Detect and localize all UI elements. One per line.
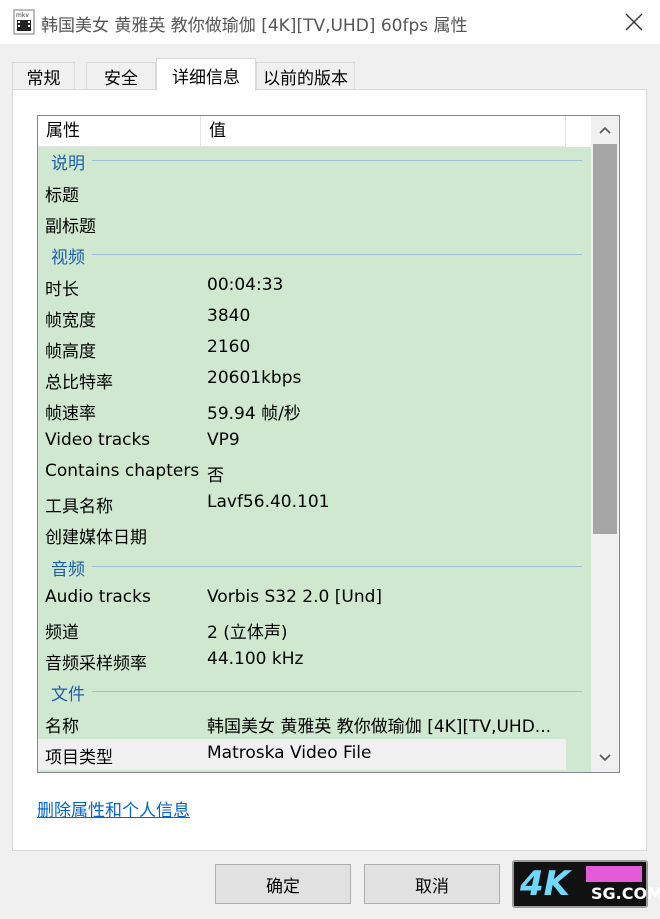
list-row-frame-height[interactable]: 帧高度 2160 [38, 333, 566, 364]
close-icon [625, 13, 643, 31]
property-name: 帧宽度 [45, 311, 96, 331]
svg-text:mkv: mkv [16, 12, 29, 19]
property-name: 名称 [45, 717, 79, 737]
property-name: Video tracks [45, 430, 151, 450]
list-row-item-type[interactable]: 项目类型 Matroska Video File [38, 739, 566, 770]
group-divider [92, 160, 582, 161]
tab-general[interactable]: 常规 [12, 62, 75, 90]
watermark-text-large: 4K [520, 864, 571, 904]
group-divider [92, 254, 582, 255]
list-row-tool-name[interactable]: 工具名称 Lavf56.40.101 [38, 488, 566, 519]
chevron-up-icon [599, 126, 611, 134]
property-value: 否 [207, 466, 224, 486]
property-name: 总比特率 [45, 373, 113, 393]
property-name: Contains chapters [45, 461, 200, 481]
group-label: 视频 [51, 243, 89, 268]
property-value: VP9 [207, 430, 240, 450]
scroll-thumb[interactable] [593, 144, 617, 534]
tab-previous-versions[interactable]: 以前的版本 [256, 62, 355, 90]
group-label: 音频 [51, 555, 89, 580]
list-row-title[interactable]: 标题 [38, 177, 566, 208]
column-header-value[interactable]: 值 [201, 116, 566, 146]
close-button[interactable] [614, 4, 654, 40]
property-value: Vorbis S32 2.0 [Und] [207, 587, 383, 607]
list-row-name[interactable]: 名称 韩国美女 黄雅英 教你做瑜伽 [4K][TV,UHD... [38, 708, 566, 739]
property-value: 44.100 kHz [207, 649, 304, 669]
list-row-subtitle[interactable]: 副标题 [38, 208, 566, 239]
property-value: 韩国美女 黄雅英 教你做瑜伽 [4K][TV,UHD... [207, 717, 552, 737]
property-name: 帧高度 [45, 342, 96, 362]
property-name: Audio tracks [45, 587, 151, 607]
property-value: Lavf56.40.101 [207, 492, 330, 512]
group-audio: 音频 [38, 552, 591, 583]
list-row-video-tracks[interactable]: Video tracks VP9 [38, 426, 566, 457]
group-divider [92, 691, 582, 692]
property-name: 副标题 [45, 217, 96, 237]
scroll-down-button[interactable] [591, 744, 619, 772]
list-row-contains-chapters[interactable]: Contains chapters 否 [38, 457, 566, 488]
tab-security[interactable]: 安全 [86, 62, 156, 90]
remove-properties-link[interactable]: 删除属性和个人信息 [37, 796, 190, 821]
group-divider [92, 566, 582, 567]
watermark-logo: 4K SG.COM [512, 860, 660, 908]
property-value: 20601kbps [207, 368, 302, 388]
title-bar: mkv 韩国美女 黄雅英 教你做瑜伽 [4K][TV,UHD] 60fps 属性 [0, 0, 660, 44]
scroll-up-button[interactable] [591, 116, 619, 144]
property-name: 频道 [45, 623, 79, 643]
list-row-frame-width[interactable]: 帧宽度 3840 [38, 302, 566, 333]
list-header: 属性 值 [38, 116, 566, 147]
group-description: 说明 [38, 146, 591, 177]
group-video: 视频 [38, 240, 591, 271]
property-value: 2160 [207, 337, 251, 357]
list-row-audio-tracks[interactable]: Audio tracks Vorbis S32 2.0 [Und] [38, 583, 566, 614]
watermark-accent [586, 866, 642, 882]
column-header-property[interactable]: 属性 [38, 116, 201, 146]
list-row-bitrate[interactable]: 总比特率 20601kbps [38, 364, 566, 395]
property-value: 3840 [207, 306, 251, 326]
property-name: 音频采样频率 [45, 654, 147, 674]
property-value: Matroska Video File [207, 743, 372, 763]
list-row-media-created[interactable]: 创建媒体日期 [38, 519, 566, 550]
list-row-channels[interactable]: 频道 2 (立体声) [38, 614, 566, 645]
window-title: 韩国美女 黄雅英 教你做瑜伽 [4K][TV,UHD] 60fps 属性 [41, 16, 468, 36]
property-name: 项目类型 [45, 748, 113, 768]
tab-details[interactable]: 详细信息 [156, 58, 256, 91]
property-name: 帧速率 [45, 404, 96, 424]
chevron-down-icon [599, 754, 611, 762]
property-value: 59.94 帧/秒 [207, 404, 301, 424]
group-label: 说明 [51, 149, 89, 174]
property-name: 标题 [45, 186, 79, 206]
video-file-icon: mkv [13, 9, 35, 35]
list-row-frame-rate[interactable]: 帧速率 59.94 帧/秒 [38, 395, 566, 426]
property-list[interactable]: 属性 值 说明 标题 副标题 视频 时长 00:04:33 帧宽度 3840 帧… [37, 115, 620, 773]
list-row-sample-rate[interactable]: 音频采样频率 44.100 kHz [38, 645, 566, 676]
property-value: 2 (立体声) [207, 623, 288, 643]
ok-button[interactable]: 确定 [215, 864, 351, 904]
watermark-text-small: SG.COM [591, 884, 660, 903]
group-file: 文件 [38, 677, 591, 708]
group-label: 文件 [51, 680, 89, 705]
cancel-button[interactable]: 取消 [364, 864, 500, 904]
property-name: 创建媒体日期 [45, 528, 147, 548]
property-value: 00:04:33 [207, 275, 284, 295]
vertical-scrollbar[interactable] [591, 116, 619, 772]
list-row-duration[interactable]: 时长 00:04:33 [38, 271, 566, 302]
property-name: 时长 [45, 280, 79, 300]
property-name: 工具名称 [45, 497, 113, 517]
